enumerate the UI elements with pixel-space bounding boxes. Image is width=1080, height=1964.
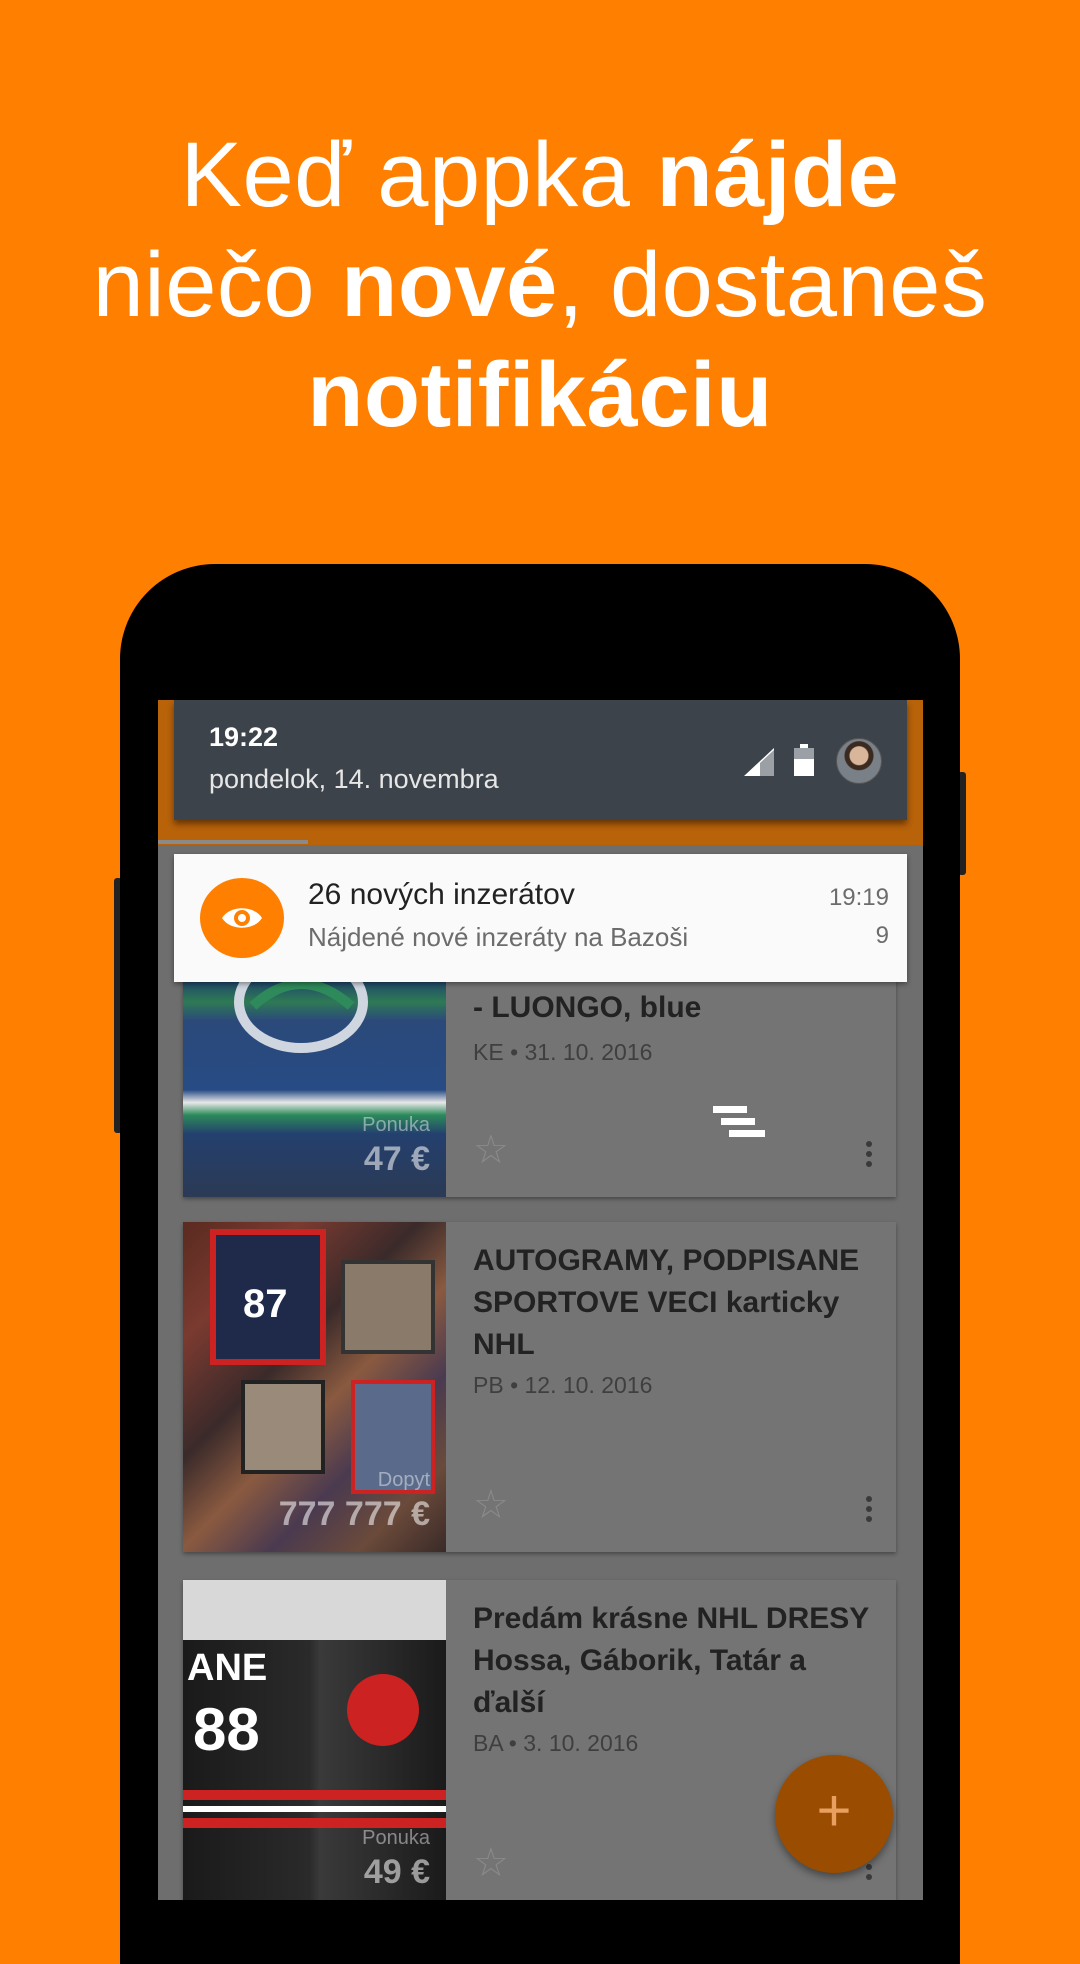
notification-shade-header[interactable]: 19:22 pondelok, 14. novembra bbox=[174, 700, 907, 820]
notification-time: 19:19 bbox=[828, 884, 889, 911]
listing-price: 47 € bbox=[363, 1140, 430, 1178]
listing-type: Ponuka bbox=[362, 1114, 430, 1136]
date: pondelok, 14. novembra bbox=[209, 764, 499, 794]
listing-title: AUTOGRAMY, PODPISANE SPORTOVE VECI karti… bbox=[473, 1244, 860, 1361]
notification-card[interactable]: 26 nových inzerátov Nájdené nové inzerát… bbox=[174, 854, 907, 982]
promo-headline: Keď appka nájde niečo nové, dostaneš not… bbox=[0, 120, 1080, 450]
listing-meta: BA • 3. 10. 2016 bbox=[473, 1730, 639, 1756]
headline-text: niečo bbox=[92, 234, 342, 336]
clock: 19:22 bbox=[209, 722, 279, 752]
svg-text:87: 87 bbox=[243, 1282, 288, 1326]
svg-text:88: 88 bbox=[193, 1696, 260, 1763]
listing-type: Dopyt bbox=[377, 1469, 430, 1491]
hockey-jersey-icon: ANE 88 bbox=[183, 1580, 446, 1828]
listing-card[interactable]: 87 Dopyt 777 777 € AUTOGRAMY, PODPISANE … bbox=[183, 1222, 896, 1552]
more-vert-icon[interactable] bbox=[866, 1492, 874, 1526]
add-listing-button[interactable]: + bbox=[775, 1755, 893, 1873]
headline-text: Keď appka bbox=[180, 124, 657, 226]
listing-title: - LUONGO, blue bbox=[473, 991, 702, 1024]
favorite-star-icon[interactable]: ☆ bbox=[473, 1127, 509, 1173]
phone-screen: 19:22 pondelok, 14. novembra 26 nových i… bbox=[158, 700, 923, 1900]
user-avatar[interactable] bbox=[836, 738, 882, 784]
stacked-listings-icon bbox=[713, 1106, 765, 1137]
eye-icon bbox=[200, 878, 284, 958]
headline-bold-text: nájde bbox=[656, 124, 900, 226]
svg-text:ANE: ANE bbox=[187, 1647, 267, 1689]
listing-image[interactable]: 87 Dopyt 777 777 € bbox=[183, 1222, 446, 1552]
favorite-star-icon[interactable]: ☆ bbox=[473, 1482, 509, 1528]
listing-price: 49 € bbox=[363, 1853, 430, 1891]
listing-price: 777 777 € bbox=[278, 1495, 430, 1533]
notification-count: 9 bbox=[875, 922, 889, 949]
more-vert-icon[interactable] bbox=[866, 1137, 874, 1171]
headline-text: , dostaneš bbox=[557, 234, 988, 336]
notification-title: 26 nových inzerátov bbox=[308, 878, 575, 911]
notification-text: Nájdené nové inzeráty na Bazoši bbox=[308, 922, 689, 952]
listing-meta: PB • 12. 10. 2016 bbox=[473, 1372, 653, 1398]
battery-icon bbox=[794, 744, 814, 776]
listing-image[interactable]: ANE 88 Ponuka 49 € bbox=[183, 1580, 446, 1900]
progress-indicator bbox=[158, 840, 308, 844]
signal-icon bbox=[744, 748, 774, 776]
listing-meta: KE • 31. 10. 2016 bbox=[473, 1039, 653, 1065]
favorite-star-icon[interactable]: ☆ bbox=[473, 1840, 509, 1886]
listing-title: Predám krásne NHL DRESY Hossa, Gáborik, … bbox=[473, 1602, 869, 1719]
headline-bold-text: notifikáciu bbox=[307, 344, 773, 446]
headline-bold-text: nové bbox=[341, 234, 558, 336]
listing-type: Ponuka bbox=[362, 1827, 430, 1849]
